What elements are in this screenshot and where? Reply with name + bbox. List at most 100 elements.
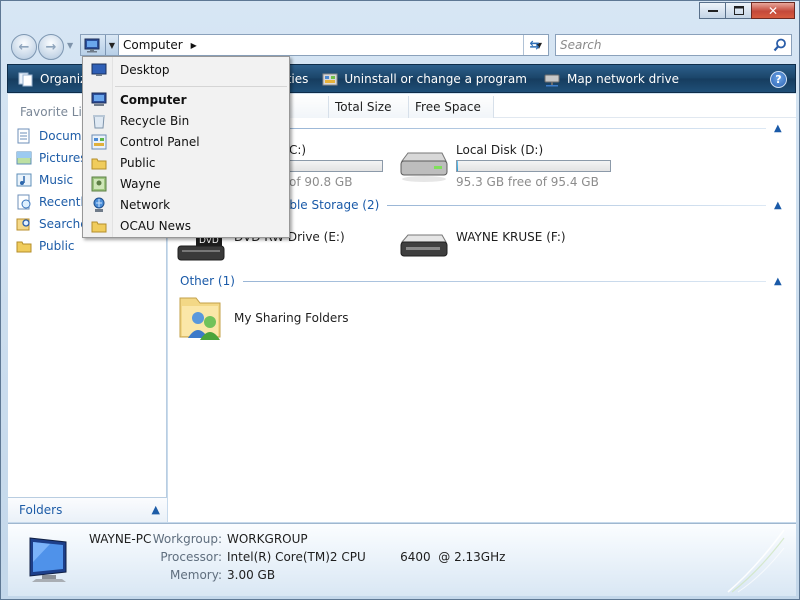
column-header-free-space[interactable]: Free Space xyxy=(409,96,494,118)
menu-item-computer[interactable]: Computer xyxy=(83,89,289,110)
minimize-icon xyxy=(707,9,718,12)
caption-buttons: ✕ xyxy=(699,2,795,19)
network-drive-icon xyxy=(544,74,560,86)
minimize-button[interactable] xyxy=(699,2,726,19)
uninstall-program-label: Uninstall or change a program xyxy=(344,71,527,86)
menu-item-label: Public xyxy=(120,155,156,170)
search-box[interactable] xyxy=(555,34,792,56)
details-pane: WAYNE-PC Workgroup: WORKGROUP Processor:… xyxy=(8,523,796,596)
column-header-label: Free Space xyxy=(415,100,481,114)
map-network-drive-button[interactable]: Map network drive xyxy=(543,71,679,87)
chevron-down-icon: ▼ xyxy=(108,40,116,50)
menu-item-wayne[interactable]: Wayne xyxy=(83,173,289,194)
processor-label: Processor: xyxy=(160,550,222,564)
folders-toggle[interactable]: Folders ▲ xyxy=(8,497,167,522)
hard-disk-icon xyxy=(400,152,448,182)
close-icon: ✕ xyxy=(767,3,779,18)
workgroup-label: Workgroup: xyxy=(152,532,222,546)
column-header-total-size[interactable]: Total Size xyxy=(329,96,409,118)
nav-item-label: Searche xyxy=(39,217,88,231)
vista-swoosh-decoration xyxy=(727,529,785,593)
music-icon xyxy=(16,173,32,187)
chevron-down-icon: ▼ xyxy=(67,41,74,50)
drive-usage-fill xyxy=(457,161,458,171)
removable-drive-icon xyxy=(400,234,448,257)
menu-item-ocau-news[interactable]: OCAU News xyxy=(83,215,289,236)
help-button[interactable]: ? xyxy=(770,71,787,88)
nav-item-recently-changed[interactable]: Recently xyxy=(16,194,91,210)
address-dropdown-menu: Desktop Computer Recycle Bin Control Pan… xyxy=(82,56,290,238)
address-location-text[interactable]: Computer xyxy=(121,38,183,52)
group-divider xyxy=(242,280,766,282)
refresh-button[interactable]: ⇆ xyxy=(523,35,545,55)
nav-item-label: Pictures xyxy=(39,151,87,165)
processor-value: Intel(R) Core(TM)2 CPU 6400 @ 2.13GHz xyxy=(227,550,506,564)
address-bar[interactable]: ▼ Computer ▶ ▼ xyxy=(80,34,549,56)
drive-f[interactable]: WAYNE KRUSE (F:) xyxy=(398,230,566,262)
control-panel-icon xyxy=(91,134,107,149)
recent-pages-button[interactable]: ▼ xyxy=(67,41,73,50)
computer-icon xyxy=(91,92,107,106)
menu-item-recycle-bin[interactable]: Recycle Bin xyxy=(83,110,289,131)
back-button[interactable]: ← xyxy=(11,34,37,60)
shared-folder-icon xyxy=(179,297,221,340)
computer-icon xyxy=(29,537,67,582)
network-icon xyxy=(93,197,105,212)
memory-value: 3.00 GB xyxy=(227,568,276,582)
organize-label: Organiz xyxy=(40,71,87,86)
menu-item-public[interactable]: Public xyxy=(83,152,289,173)
chevron-up-icon[interactable]: ▲ xyxy=(774,200,786,211)
drive-name: Local Disk (D:) xyxy=(456,143,544,157)
group-label: able Storage (2) xyxy=(282,198,380,212)
nav-item-public[interactable]: Public xyxy=(16,238,75,254)
close-button[interactable]: ✕ xyxy=(751,2,795,19)
programs-icon xyxy=(322,73,338,85)
menu-item-network[interactable]: Network xyxy=(83,194,289,215)
refresh-icon: ⇆ xyxy=(529,38,540,52)
searches-icon xyxy=(16,218,30,231)
breadcrumb-arrow-icon[interactable]: ▶ xyxy=(191,41,197,50)
search-input[interactable] xyxy=(556,38,766,52)
drive-free-space: of 90.8 GB xyxy=(289,175,353,189)
group-divider xyxy=(288,127,766,129)
nav-item-label: Music xyxy=(39,173,74,187)
documents-icon xyxy=(17,128,30,144)
explorer-window: ✕ ← → ▼ ▼ Computer ▶ ▼ ⇆ Search Organiz … xyxy=(0,0,800,600)
my-sharing-folders[interactable]: My Sharing Folders xyxy=(176,294,349,342)
menu-item-control-panel[interactable]: Control Panel xyxy=(83,131,289,152)
menu-item-desktop[interactable]: Desktop xyxy=(83,59,289,80)
nav-item-searches[interactable]: Searche xyxy=(16,216,88,232)
pictures-icon xyxy=(16,151,32,165)
favorite-links-heading: Favorite Lin xyxy=(20,105,90,119)
organize-button[interactable]: Organiz xyxy=(18,71,86,87)
search-icon[interactable] xyxy=(773,38,787,52)
uninstall-program-button[interactable]: Uninstall or change a program xyxy=(322,71,527,87)
menu-item-label: OCAU News xyxy=(120,218,192,233)
menu-item-label: Computer xyxy=(120,92,187,107)
group-header-other[interactable]: Other (1) ▲ xyxy=(168,272,796,290)
chevron-up-icon[interactable]: ▲ xyxy=(774,276,786,287)
memory-label: Memory: xyxy=(170,568,222,582)
recent-items-icon xyxy=(17,194,31,210)
nav-item-music[interactable]: Music xyxy=(16,172,73,188)
address-location-button[interactable]: ▼ xyxy=(81,35,119,55)
drive-name: My Sharing Folders xyxy=(234,311,349,325)
address-dropdown-toggle[interactable]: ▼ xyxy=(105,35,118,55)
drive-free-space: 95.3 GB free of 95.4 GB xyxy=(456,175,599,189)
forward-button[interactable]: → xyxy=(38,34,64,60)
folders-label: Folders xyxy=(19,503,63,517)
maximize-button[interactable] xyxy=(725,2,752,19)
folder-icon xyxy=(16,241,32,253)
chevron-up-icon[interactable]: ▲ xyxy=(774,123,786,134)
maximize-icon xyxy=(733,6,744,15)
drive-name: C:) xyxy=(289,143,307,157)
menu-item-label: Control Panel xyxy=(120,134,200,149)
nav-item-pictures[interactable]: Pictures xyxy=(16,150,87,166)
menu-item-label: Desktop xyxy=(120,62,170,77)
recycle-bin-icon xyxy=(93,114,105,128)
folder-icon xyxy=(91,158,107,169)
nav-item-label: Public xyxy=(39,239,75,253)
nav-item-documents[interactable]: Docume xyxy=(16,128,89,144)
column-header-type[interactable] xyxy=(288,96,329,118)
drive-d[interactable]: Local Disk (D:) 95.3 GB free of 95.4 GB xyxy=(398,143,611,189)
